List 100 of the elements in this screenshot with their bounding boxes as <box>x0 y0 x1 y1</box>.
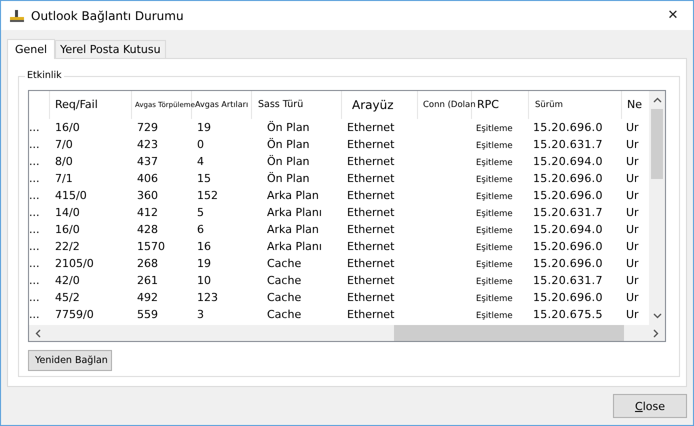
table-cell-text: Eşitleme <box>475 310 514 321</box>
table-cell-text: Eşitleme <box>475 242 514 253</box>
table-cell-text: 412 <box>136 206 159 219</box>
column-header[interactable]: Arayüz <box>342 91 418 119</box>
table-cell-text: 437 <box>136 155 159 168</box>
table-cell-text: 15.20.694.0 <box>532 155 604 168</box>
table-cell-text: 729 <box>136 121 159 134</box>
app-icon <box>9 8 25 22</box>
table-cell-text: 7/0 <box>54 138 74 151</box>
tab[interactable]: Yerel Posta Kutusu <box>55 40 166 58</box>
table-cell-text: Arka Plan <box>266 189 320 202</box>
table-cell-text: Ur <box>625 308 640 321</box>
table-cell-text: 15.20.696.0 <box>532 121 604 134</box>
table-cell-text: 42/0 <box>54 274 81 287</box>
table-cell-text: 15.20.696.0 <box>532 240 604 253</box>
column-header[interactable]: Sass Türü <box>252 91 342 119</box>
table-cell-text: Eşitleme <box>475 123 514 134</box>
table-cell-text: ... <box>29 274 40 287</box>
table-cell-text: 7/1 <box>54 172 74 185</box>
table-cell-text: 123 <box>196 291 219 304</box>
table-cell-text: Eşitleme <box>475 191 514 202</box>
table-cell-text: 559 <box>136 308 159 321</box>
table-cell-text: ... <box>29 308 40 321</box>
scroll-right-icon[interactable] <box>653 328 659 338</box>
table-cell-text: 152 <box>196 189 219 202</box>
table-cell-text: Ön Plan <box>266 121 311 134</box>
table-cell-text: Cache <box>266 257 302 270</box>
scrollbar-thumb[interactable] <box>394 325 624 341</box>
table-cell-text: Ethernet <box>346 223 396 236</box>
table-cell-text: 4 <box>196 155 205 168</box>
table-cell-text: 19 <box>196 121 212 134</box>
table-cell-text: ... <box>29 257 40 270</box>
table-cell-text: 261 <box>136 274 159 287</box>
table-cell-text: Cache <box>266 308 302 321</box>
table-cell-text: 15.20.675.5 <box>532 308 604 321</box>
table-cell-text: 0 <box>196 138 205 151</box>
window-title: Outlook Bağlantı Durumu <box>31 8 185 22</box>
table-cell-text: ... <box>29 121 40 134</box>
table-cell-text: Ethernet <box>346 291 396 304</box>
table-cell-text: ... <box>29 291 40 304</box>
scrollbar-thumb[interactable] <box>651 109 663 179</box>
table-cell-text: Ur <box>625 291 640 304</box>
table-cell-text: Ethernet <box>346 257 396 270</box>
table-cell-text: 15.20.696.0 <box>532 291 604 304</box>
table-cell-text: 415/0 <box>54 189 88 202</box>
scroll-up-icon[interactable] <box>652 97 662 103</box>
table-cell-text: Ur <box>625 240 640 253</box>
table-cell-text: 15.20.696.0 <box>532 172 604 185</box>
table-cell-text: ... <box>29 138 40 151</box>
table-cell-text: Ur <box>625 172 640 185</box>
table-cell-text: 3 <box>196 308 205 321</box>
table-cell-text: Ethernet <box>346 121 396 134</box>
table-cell-text: 15 <box>196 172 212 185</box>
table-cell-text: 15.20.631.7 <box>532 206 604 219</box>
reconnect-button[interactable]: Yeniden Bağlan <box>28 350 112 371</box>
table-cell-text: Eşitleme <box>475 276 514 287</box>
scroll-down-icon[interactable] <box>652 313 662 319</box>
table-cell-text: Eşitleme <box>475 174 514 185</box>
column-header[interactable]: Req/Fail <box>50 91 132 119</box>
table-cell-text: 423 <box>136 138 159 151</box>
table-cell-text: ... <box>29 240 40 253</box>
table-cell-text: ... <box>29 223 40 236</box>
table-cell-text: ... <box>29 206 40 219</box>
table-cell-text: 268 <box>136 257 159 270</box>
table-cell-text: 428 <box>136 223 159 236</box>
horizontal-scrollbar[interactable] <box>29 325 665 341</box>
table-cell-text: Ethernet <box>346 138 396 151</box>
tab[interactable]: Genel <box>7 39 56 59</box>
table-cell-text: 6 <box>196 223 205 236</box>
table-cell-text: 10 <box>196 274 212 287</box>
column-header[interactable]: Sürüm <box>529 91 622 119</box>
table-cell-text: Ur <box>625 138 640 151</box>
table-cell-text: 406 <box>136 172 159 185</box>
table-cell-text: 8/0 <box>54 155 74 168</box>
table-cell-text: 45/2 <box>54 291 81 304</box>
table-cell-text: 14/0 <box>54 206 81 219</box>
table-cell-text: ... <box>29 155 40 168</box>
table-cell-text: Eşitleme <box>475 140 514 151</box>
scroll-left-icon[interactable] <box>35 328 41 338</box>
table-cell-text: Arka Planı <box>266 206 323 219</box>
table-cell-text: Eşitleme <box>475 225 514 236</box>
close-button[interactable]: Close <box>613 394 687 418</box>
vertical-scrollbar[interactable] <box>649 91 665 325</box>
table-cell-text: ... <box>29 172 40 185</box>
table-cell-text: ... <box>29 189 40 202</box>
table-cell-text: Ethernet <box>346 274 396 287</box>
table-cell-text: Ethernet <box>346 189 396 202</box>
table-cell-text: 16/0 <box>54 121 81 134</box>
table-cell-text: 1570 <box>136 240 166 253</box>
table-cell-text: Ur <box>625 155 640 168</box>
table-cell-text: 16/0 <box>54 223 81 236</box>
table-cell-text: Ur <box>625 206 640 219</box>
table-cell-text: Arka Plan <box>266 223 320 236</box>
table-cell-text: 360 <box>136 189 159 202</box>
table-cell-text: Ur <box>625 189 640 202</box>
table-cell-text: Ur <box>625 274 640 287</box>
table-cell-text: Ön Plan <box>266 138 311 151</box>
table-cell-text: 19 <box>196 257 212 270</box>
table-cell-text: 15.20.631.7 <box>532 138 604 151</box>
table-cell-text: Eşitleme <box>475 157 514 168</box>
